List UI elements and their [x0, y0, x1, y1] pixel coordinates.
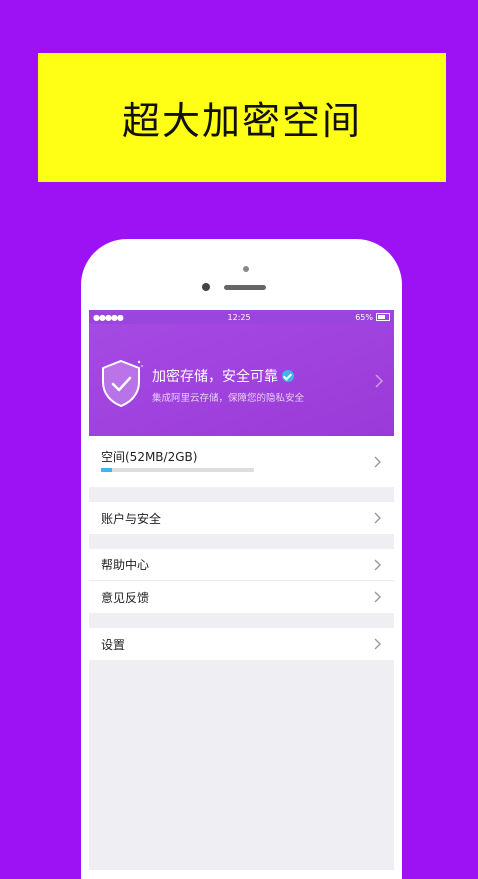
header-subtitle: 集成阿里云存储，保障您的隐私安全	[152, 393, 305, 404]
menu-item-account-security[interactable]: 账户与安全	[89, 502, 394, 534]
verified-icon	[282, 370, 294, 382]
storage-label: 空间(52MB/2GB)	[101, 450, 198, 464]
sensor-dot	[243, 266, 249, 272]
storage-progress-bar	[101, 468, 254, 472]
promo-banner: 超大加密空间	[38, 53, 446, 182]
header-title-group: 加密存储，安全可靠	[152, 366, 294, 386]
menu-item-label: 帮助中心	[101, 558, 150, 572]
menu-item-label: 设置	[101, 637, 126, 652]
phone-frame: ●●●●● 12:25 65% 加密存储，安全可靠 集成阿里云存储，保障您的隐私…	[81, 239, 402, 879]
earpiece-speaker	[224, 285, 266, 290]
menu-item-label: 账户与安全	[101, 511, 162, 526]
menu-item-help-center[interactable]: 帮助中心	[89, 549, 394, 581]
chevron-right-icon	[374, 559, 381, 571]
chevron-right-icon	[374, 591, 381, 603]
chevron-right-icon	[374, 512, 381, 524]
battery-percent: 65%	[355, 312, 373, 322]
battery-icon	[376, 313, 390, 321]
app-screen: ●●●●● 12:25 65% 加密存储，安全可靠 集成阿里云存储，保障您的隐私…	[89, 310, 394, 870]
encryption-header[interactable]: 加密存储，安全可靠 集成阿里云存储，保障您的隐私安全	[89, 324, 394, 436]
status-time: 12:25	[227, 312, 251, 322]
shield-check-icon	[102, 359, 143, 408]
banner-title: 超大加密空间	[121, 99, 362, 143]
menu-item-label: 意见反馈	[101, 590, 150, 605]
signal-indicator: ●●●●●	[93, 312, 124, 322]
storage-space-row[interactable]: 空间(52MB/2GB)	[89, 436, 394, 487]
status-bar: ●●●●● 12:25 65%	[89, 310, 394, 324]
chevron-right-icon	[374, 638, 381, 650]
chevron-right-icon	[374, 456, 381, 468]
menu-item-feedback[interactable]: 意见反馈	[89, 581, 394, 613]
menu-item-settings[interactable]: 设置	[89, 628, 394, 660]
battery-status: 65%	[355, 313, 390, 322]
header-title: 加密存储，安全可靠	[152, 369, 278, 385]
storage-progress-fill	[101, 468, 112, 472]
chevron-right-icon	[375, 374, 384, 388]
front-camera	[202, 283, 210, 291]
